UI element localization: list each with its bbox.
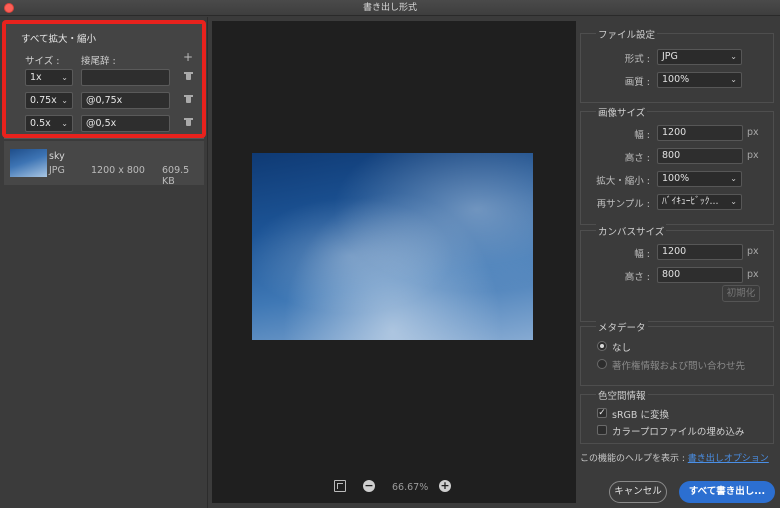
canvas-width-input[interactable]: 1200 bbox=[657, 244, 743, 260]
canvas-height-input[interactable]: 800 bbox=[657, 267, 743, 283]
height-unit: px bbox=[747, 150, 759, 161]
help-text: この機能のヘルプを表示 : 書き出しオプション bbox=[580, 451, 769, 464]
chevron-down-icon: ⌄ bbox=[730, 75, 737, 84]
scale-size-select[interactable]: 0.5x ⌄ bbox=[25, 115, 73, 132]
chevron-down-icon: ⌄ bbox=[730, 52, 737, 61]
chevron-down-icon: ⌄ bbox=[61, 119, 68, 128]
trash-icon[interactable] bbox=[184, 72, 193, 80]
metadata-none-label: なし bbox=[612, 343, 632, 354]
canvas-width-unit: px bbox=[747, 246, 759, 257]
file-settings-title: ファイル設定 bbox=[596, 27, 658, 41]
asset-name: sky bbox=[49, 151, 65, 162]
scale-row: 1x ⌄ bbox=[25, 69, 200, 86]
format-select[interactable]: JPG ⌄ bbox=[657, 49, 742, 65]
suffix-input[interactable]: @0,75x bbox=[81, 92, 170, 109]
title-bar: 書き出し形式 bbox=[0, 0, 780, 16]
canvas-height-unit: px bbox=[747, 269, 759, 280]
scale-value: 100% bbox=[662, 173, 690, 184]
scale-row: 0.75x ⌄ @0,75x bbox=[25, 92, 200, 109]
asset-file-size: 609.5 KB bbox=[162, 165, 190, 187]
canvas-height-label: 高さ : bbox=[624, 272, 650, 283]
width-label: 幅 : bbox=[634, 130, 650, 141]
scale-select[interactable]: 100% ⌄ bbox=[657, 171, 742, 187]
canvas-width-label: 幅 : bbox=[634, 249, 650, 260]
settings-panel: ファイル設定 形式 : JPG ⌄ 画質 : 100% ⌄ 画像サイズ 幅 : … bbox=[580, 17, 780, 508]
preview-area: − 66.67% + bbox=[212, 21, 576, 503]
scale-all-title: すべて拡大・縮小 bbox=[21, 34, 96, 45]
image-size-group: 画像サイズ 幅 : 1200 px 高さ : 800 px 拡大・縮小 : 10… bbox=[580, 105, 774, 225]
zoom-out-icon[interactable]: − bbox=[363, 480, 375, 492]
canvas-size-title: カンバスサイズ bbox=[596, 224, 667, 238]
image-height-input[interactable]: 800 bbox=[657, 148, 743, 164]
file-settings-group: ファイル設定 形式 : JPG ⌄ 画質 : 100% ⌄ bbox=[580, 27, 774, 103]
metadata-none-radio[interactable] bbox=[597, 341, 607, 351]
format-value: JPG bbox=[662, 51, 678, 62]
srgb-label: sRGB に変換 bbox=[612, 410, 669, 421]
suffix-column-header: 接尾辞 : bbox=[81, 56, 116, 67]
metadata-group: メタデータ なし 著作権情報および問い合わせ先 bbox=[580, 320, 774, 386]
resample-value: ﾊﾞｲｷｭｰﾋﾞｯｸ... bbox=[662, 196, 719, 207]
trash-icon[interactable] bbox=[184, 95, 193, 103]
color-space-title: 色空間情報 bbox=[596, 388, 648, 402]
scale-row: 0.5x ⌄ @0,5x bbox=[25, 115, 200, 132]
scale-size-value: 0.75x bbox=[30, 95, 57, 106]
reset-canvas-button[interactable]: 初期化 bbox=[722, 285, 760, 302]
asset-thumbnail bbox=[10, 149, 47, 177]
scale-size-select[interactable]: 0.75x ⌄ bbox=[25, 92, 73, 109]
help-label: この機能のヘルプを表示 : bbox=[580, 454, 688, 464]
chevron-down-icon: ⌄ bbox=[730, 174, 737, 183]
zoom-bar: − 66.67% + bbox=[212, 477, 576, 497]
scale-all-panel: すべて拡大・縮小 サイズ : 接尾辞 : + 1x ⌄ 0.75x ⌄ @0,7… bbox=[4, 22, 204, 139]
scale-size-value: 1x bbox=[30, 72, 42, 83]
format-label: 形式 : bbox=[624, 54, 650, 65]
scale-size-value: 0.5x bbox=[30, 118, 51, 129]
left-panel: すべて拡大・縮小 サイズ : 接尾辞 : + 1x ⌄ 0.75x ⌄ @0,7… bbox=[0, 17, 208, 508]
height-label: 高さ : bbox=[624, 153, 650, 164]
canvas-size-group: カンバスサイズ 幅 : 1200 px 高さ : 800 px bbox=[580, 224, 774, 322]
asset-list-item[interactable]: sky JPG 1200 x 800 609.5 KB bbox=[4, 141, 204, 187]
srgb-checkbox[interactable]: ✓ bbox=[597, 408, 607, 418]
resample-label: 再サンプル : bbox=[596, 199, 650, 210]
scale-label: 拡大・縮小 : bbox=[596, 176, 650, 187]
asset-dimensions: 1200 x 800 bbox=[91, 165, 145, 176]
color-space-group: 色空間情報 ✓ sRGB に変換 カラープロファイルの埋め込み bbox=[580, 388, 774, 444]
scale-size-select[interactable]: 1x ⌄ bbox=[25, 69, 73, 86]
embed-profile-checkbox[interactable] bbox=[597, 425, 607, 435]
suffix-input[interactable] bbox=[81, 69, 170, 86]
quality-value: 100% bbox=[662, 74, 690, 85]
metadata-copyright-label: 著作権情報および問い合わせ先 bbox=[612, 361, 746, 372]
zoom-in-icon[interactable]: + bbox=[439, 480, 451, 492]
window-title: 書き出し形式 bbox=[362, 3, 417, 13]
export-all-button[interactable]: すべて書き出し... bbox=[679, 481, 775, 503]
add-scale-button[interactable]: + bbox=[183, 50, 193, 64]
suffix-input[interactable]: @0,5x bbox=[81, 115, 170, 132]
quality-label: 画質 : bbox=[624, 77, 650, 88]
trash-icon[interactable] bbox=[184, 118, 193, 126]
image-width-input[interactable]: 1200 bbox=[657, 125, 743, 141]
embed-profile-label: カラープロファイルの埋め込み bbox=[612, 427, 745, 438]
size-column-header: サイズ : bbox=[25, 56, 60, 67]
chevron-down-icon: ⌄ bbox=[61, 96, 68, 105]
zoom-level: 66.67% bbox=[392, 482, 429, 493]
resample-select[interactable]: ﾊﾞｲｷｭｰﾋﾞｯｸ... ⌄ bbox=[657, 194, 742, 210]
chevron-down-icon: ⌄ bbox=[730, 197, 737, 206]
fit-to-screen-icon[interactable] bbox=[334, 480, 346, 492]
image-size-title: 画像サイズ bbox=[596, 105, 648, 119]
close-window-button[interactable] bbox=[4, 3, 14, 13]
width-unit: px bbox=[747, 127, 759, 138]
chevron-down-icon: ⌄ bbox=[61, 73, 68, 82]
asset-type: JPG bbox=[49, 165, 65, 176]
quality-select[interactable]: 100% ⌄ bbox=[657, 72, 742, 88]
help-link[interactable]: 書き出しオプション bbox=[688, 454, 769, 464]
sky-image-preview bbox=[252, 153, 533, 340]
metadata-title: メタデータ bbox=[596, 320, 648, 334]
metadata-copyright-radio[interactable] bbox=[597, 359, 607, 369]
cancel-button[interactable]: キャンセル bbox=[609, 481, 667, 503]
